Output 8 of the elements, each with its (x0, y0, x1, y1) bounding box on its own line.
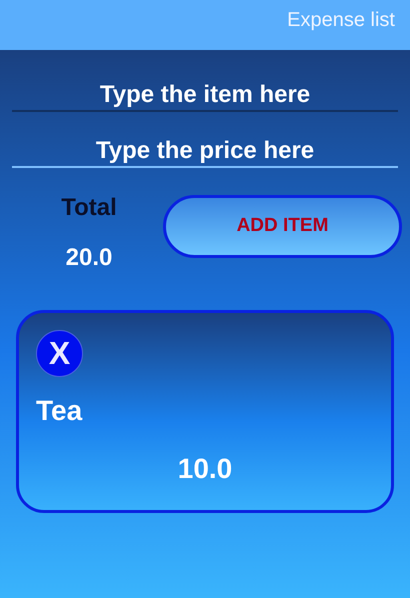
input-field[interactable]: Type the price here (12, 124, 398, 168)
delete-button[interactable]: X (36, 330, 83, 377)
input-field[interactable]: Type the item here (12, 68, 398, 112)
item-name: Tea (36, 395, 82, 427)
item-price: 10.0 (178, 453, 232, 485)
total-value: 20.0 (66, 244, 112, 272)
total-label: Total (61, 194, 117, 222)
app-title: Expense list (287, 8, 396, 32)
